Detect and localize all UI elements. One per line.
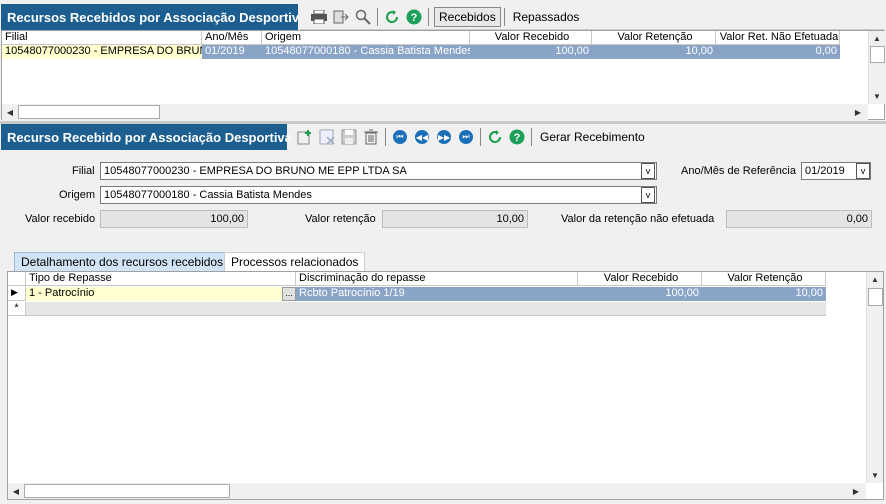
svg-text:?: ? — [514, 132, 521, 144]
print-icon[interactable] — [310, 8, 328, 26]
scroll-thumb[interactable] — [24, 484, 230, 498]
top-vertical-scrollbar[interactable]: ▲ ▼ — [868, 31, 885, 104]
column-header-valor-recebido[interactable]: Valor Recebido — [470, 31, 592, 45]
refresh-icon[interactable] — [383, 8, 401, 26]
scroll-left-icon[interactable]: ◀ — [3, 105, 17, 119]
scroll-down-icon[interactable]: ▼ — [868, 468, 882, 482]
filial-select[interactable]: 10548077000230 - EMPRESA DO BRUNO ME EPP… — [100, 162, 657, 180]
table-cell-valor-ret-nao-efetuada[interactable]: 0,00 — [716, 45, 840, 59]
scroll-up-icon[interactable]: ▲ — [870, 31, 884, 45]
table-cell-valor-retencao[interactable]: 10,00 — [592, 45, 716, 59]
toolbar-separator — [503, 7, 505, 26]
column-header-valor-retencao[interactable]: Valor Retenção — [702, 272, 826, 286]
valor-nao-efetuada-field: 0,00 — [726, 210, 872, 228]
svg-text:?: ? — [411, 12, 418, 24]
column-header-ano-mes[interactable]: Ano/Mês — [202, 31, 262, 45]
column-header-origem[interactable]: Origem — [262, 31, 470, 45]
current-row-marker: ▶ — [8, 287, 26, 301]
anomes-label: Ano/Mês de Referência — [681, 165, 796, 177]
new-row-marker: * — [8, 302, 26, 316]
first-icon[interactable]: ⏮ — [391, 128, 409, 146]
refresh-icon[interactable] — [486, 128, 504, 146]
help-icon[interactable]: ? — [508, 128, 526, 146]
scroll-up-icon[interactable]: ▲ — [868, 272, 882, 286]
table-cell-discriminacao[interactable]: Rcbto Patrocínio 1/19 — [296, 287, 578, 301]
ellipsis-button[interactable]: ... — [282, 287, 296, 301]
table-cell-filial[interactable]: 10548077000230 - EMPRESA DO BRUNO ME EPP… — [2, 45, 202, 59]
column-header-discriminacao[interactable]: Discriminação do repasse — [296, 272, 578, 286]
bottom-grid[interactable]: Tipo de Repasse Discriminação do repasse… — [7, 271, 884, 500]
row-header-corner — [8, 272, 26, 286]
scroll-thumb[interactable] — [18, 105, 160, 119]
add-icon[interactable] — [296, 128, 314, 146]
toolbar-separator — [377, 7, 378, 26]
valor-retencao-field: 10,00 — [382, 210, 528, 228]
column-header-tipo-repasse[interactable]: Tipo de Repasse — [26, 272, 296, 286]
table-cell-valor-recebido[interactable]: 100,00 — [578, 287, 702, 301]
bottom-vertical-scrollbar[interactable]: ▲ ▼ — [866, 272, 883, 483]
toolbar-separator — [428, 7, 429, 26]
toolbar-separator — [385, 128, 386, 146]
top-horizontal-scrollbar[interactable]: ◀ ▶ — [2, 104, 868, 120]
origem-select[interactable]: 10548077000180 - Cassia Batista Mendes — [100, 186, 657, 204]
bottom-horizontal-scrollbar[interactable]: ◀ ▶ — [8, 483, 866, 499]
new-row[interactable] — [26, 302, 826, 316]
detail-panel-title: Recurso Recebido por Associação Desporti… — [1, 124, 292, 150]
help-icon[interactable]: ? — [405, 8, 423, 26]
save-icon[interactable] — [340, 128, 358, 146]
valor-nao-efetuada-label: Valor da retenção não efetuada — [561, 213, 715, 225]
valor-recebido-label: Valor recebido — [25, 213, 96, 225]
chevron-down-icon[interactable]: v — [856, 163, 870, 179]
top-panel-title: Recursos Recebidos por Associação Despor… — [1, 4, 306, 30]
top-grid[interactable]: Filial Ano/Mês Origem Valor Recebido Val… — [1, 30, 885, 120]
tab-recebidos[interactable]: Recebidos — [434, 6, 501, 27]
table-cell-origem[interactable]: 10548077000180 - Cassia Batista Mendes — [262, 45, 470, 59]
scroll-right-icon[interactable]: ▶ — [849, 484, 863, 498]
tab-repassados[interactable]: Repassados — [508, 7, 585, 27]
valor-recebido-field: 100,00 — [100, 210, 248, 228]
origem-label: Origem — [59, 189, 96, 201]
gerar-recebimento-button[interactable]: Gerar Recebimento — [535, 127, 650, 147]
scroll-left-icon[interactable]: ◀ — [9, 484, 23, 498]
table-cell-ano-mes[interactable]: 01/2019 — [202, 45, 262, 59]
column-header-valor-retencao[interactable]: Valor Retenção — [592, 31, 716, 45]
last-icon[interactable]: ⏭ — [457, 128, 475, 146]
prev-icon[interactable]: ◀◀ — [413, 128, 431, 146]
table-cell-valor-retencao[interactable]: 10,00 — [702, 287, 826, 301]
column-header-valor-ret-nao-efetuada[interactable]: Valor Ret. Não Efetuada — [716, 31, 840, 45]
delete-icon[interactable] — [362, 128, 380, 146]
chevron-down-icon[interactable]: v — [641, 187, 655, 203]
search-icon[interactable] — [354, 8, 372, 26]
toolbar-separator — [531, 128, 532, 146]
scroll-right-icon[interactable]: ▶ — [851, 105, 865, 119]
table-cell-valor-recebido[interactable]: 100,00 — [470, 45, 592, 59]
cancel-icon[interactable] — [318, 128, 336, 146]
valor-retencao-label: Valor retenção — [305, 213, 376, 225]
top-toolbar: ? Recebidos Repassados — [300, 4, 884, 30]
filial-label: Filial — [72, 165, 95, 177]
column-header-valor-recebido[interactable]: Valor Recebido — [578, 272, 702, 286]
next-icon[interactable]: ▶▶ — [435, 128, 453, 146]
table-cell-tipo-repasse[interactable]: 1 - Patrocínio — [26, 287, 282, 301]
scroll-down-icon[interactable]: ▼ — [870, 89, 884, 103]
scroll-thumb[interactable] — [870, 46, 885, 63]
detail-toolbar: ⏮ ◀◀ ▶▶ ⏭ ? Gerar Recebimento — [290, 124, 884, 150]
export-icon[interactable] — [332, 8, 350, 26]
column-header-filial[interactable]: Filial — [2, 31, 202, 45]
toolbar-separator — [480, 128, 481, 146]
chevron-down-icon[interactable]: v — [641, 163, 655, 179]
tab-detalhamento[interactable]: Detalhamento dos recursos recebidos — [14, 252, 231, 271]
tab-processos[interactable]: Processos relacionados — [224, 252, 366, 271]
scroll-thumb[interactable] — [868, 288, 883, 306]
